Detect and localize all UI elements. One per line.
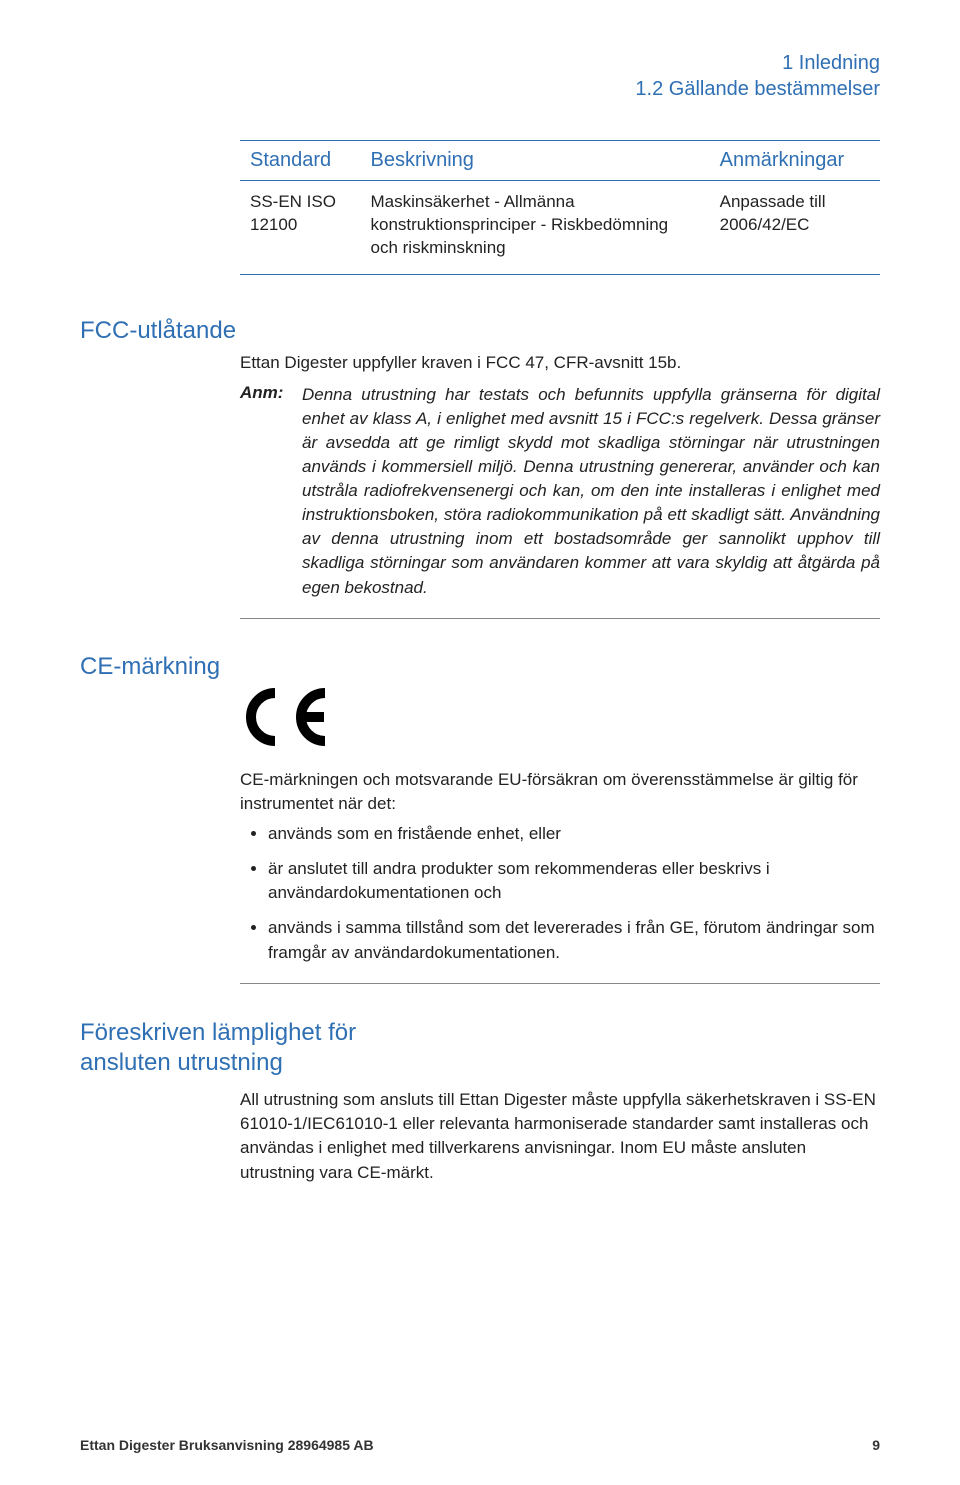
divider bbox=[240, 983, 880, 984]
standards-table: Standard Beskrivning Anmärkningar SS-EN … bbox=[240, 140, 880, 275]
prescribed-title-l2: ansluten utrustning bbox=[80, 1049, 283, 1076]
footer-page-number: 9 bbox=[872, 1437, 880, 1453]
list-item: används i samma tillstånd som det levere… bbox=[268, 916, 880, 965]
th-description: Beskrivning bbox=[361, 141, 710, 181]
list-item: används som en fristående enhet, eller bbox=[268, 822, 880, 847]
list-item: är anslutet till andra produkter som rek… bbox=[268, 857, 880, 906]
th-remarks: Anmärkningar bbox=[710, 141, 880, 181]
divider bbox=[240, 618, 880, 619]
ce-bullet-list: används som en fristående enhet, eller ä… bbox=[240, 822, 880, 965]
fcc-anm-row: Anm: Denna utrustning har testats och be… bbox=[240, 383, 880, 600]
cell-remarks: Anpassade till 2006/42/EC bbox=[710, 181, 880, 275]
table-row: SS-EN ISO 12100 Maskinsäkerhet - Allmänn… bbox=[240, 181, 880, 275]
footer-left: Ettan Digester Bruksanvisning 28964985 A… bbox=[80, 1437, 374, 1453]
prescribed-text: All utrustning som ansluts till Ettan Di… bbox=[240, 1088, 880, 1185]
page-footer: Ettan Digester Bruksanvisning 28964985 A… bbox=[80, 1437, 880, 1453]
prescribed-title-l1: Föreskriven lämplighet för bbox=[80, 1019, 356, 1046]
cell-standard: SS-EN ISO 12100 bbox=[240, 181, 361, 275]
page-header: 1 Inledning 1.2 Gällande bestämmelser bbox=[80, 50, 880, 102]
anm-label: Anm: bbox=[240, 383, 284, 600]
header-chapter: 1 Inledning bbox=[80, 50, 880, 76]
th-standard: Standard bbox=[240, 141, 361, 181]
prescribed-title: Föreskriven lämplighet för ansluten utru… bbox=[80, 1018, 880, 1078]
ce-mark-icon bbox=[240, 687, 880, 752]
ce-intro: CE-märkningen och motsvarande EU-försäkr… bbox=[240, 768, 880, 816]
ce-title: CE-märkning bbox=[80, 653, 880, 681]
header-section: 1.2 Gällande bestämmelser bbox=[80, 76, 880, 102]
anm-text: Denna utrustning har testats och befunni… bbox=[302, 383, 880, 600]
fcc-intro: Ettan Digester uppfyller kraven i FCC 47… bbox=[240, 351, 880, 375]
fcc-title: FCC-utlåtande bbox=[80, 317, 880, 345]
cell-description: Maskinsäkerhet - Allmänna konstruktionsp… bbox=[361, 181, 710, 275]
table-header-row: Standard Beskrivning Anmärkningar bbox=[240, 141, 880, 181]
